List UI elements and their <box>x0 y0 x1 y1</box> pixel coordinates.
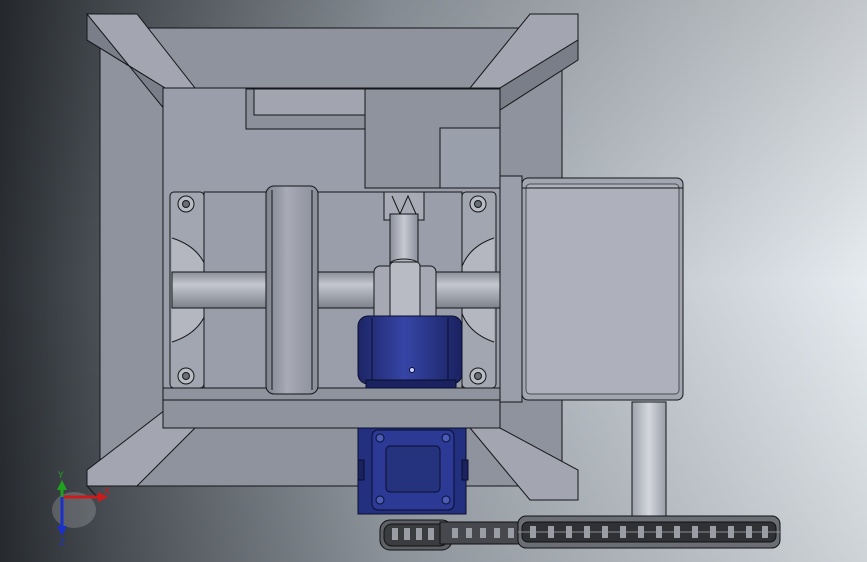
axis-x-label: X <box>104 487 110 497</box>
roller-pulley <box>265 185 319 395</box>
axis-y-label: Y <box>57 471 64 481</box>
cad-viewport[interactable]: X Y Z <box>0 0 867 562</box>
side-gearbox-housing <box>499 175 684 403</box>
drive-post <box>631 401 667 523</box>
main-shaft <box>171 271 519 309</box>
chain-drive <box>379 515 781 551</box>
machine-assembly-view: X Y Z <box>0 0 867 562</box>
motor-gearbox <box>357 427 469 515</box>
electric-motor <box>357 315 463 389</box>
axis-z-label: Z <box>59 538 65 548</box>
